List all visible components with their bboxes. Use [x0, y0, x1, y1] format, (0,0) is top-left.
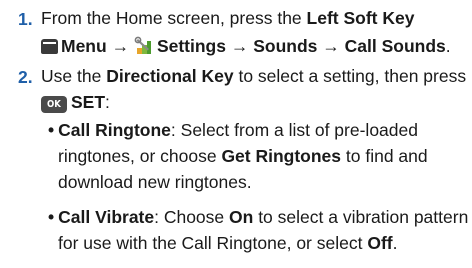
set-label: SET [71, 92, 106, 112]
step-2-line-1: Use the Directional Key to select a sett… [41, 65, 466, 87]
instructions-page: 1. From the Home screen, press the Left … [0, 0, 472, 268]
arrow: → [225, 36, 254, 56]
sounds-label: Sounds [253, 36, 318, 56]
get-ringtones-label: Get Ringtones [221, 146, 342, 166]
bullet-dot: • [48, 120, 55, 140]
settings-label: Settings [156, 36, 226, 56]
left-soft-key-label: Left Soft Key [306, 8, 415, 28]
step-number: 2. [18, 67, 33, 87]
step-2-line-2: OK SET: [41, 91, 110, 113]
bullet-text: to select a vibration pattern [253, 207, 469, 227]
bullet-text: ringtones, or choose [58, 146, 222, 166]
bullet-line: • Call Vibrate: Choose On to select a vib… [48, 206, 468, 228]
bullet-text: for use with the Call Ringtone, or selec… [58, 233, 368, 253]
bullet-text: . [392, 233, 398, 253]
step-text: Use the [41, 66, 107, 86]
bullet-dot: • [48, 207, 55, 227]
bullet-line: download new ringtones. [58, 171, 252, 193]
bullet-text: : Choose [154, 207, 230, 227]
step-text: From the Home screen, press the [41, 8, 307, 28]
step-text: to select a setting, then press [233, 66, 467, 86]
colon: : [105, 92, 110, 112]
on-label: On [229, 207, 254, 227]
period: . [445, 36, 451, 56]
bullet-line: ringtones, or choose Get Ringtones to fi… [58, 145, 428, 167]
settings-wrench-icon [134, 36, 151, 54]
arrow: → [317, 36, 345, 56]
bullet-line: for use with the Call Ringtone, or selec… [58, 232, 397, 254]
ok-key-icon: OK [41, 96, 67, 113]
arrow: → [106, 36, 134, 56]
bullet-line: • Call Ringtone: Select from a list of pr… [48, 119, 418, 141]
off-label: Off [367, 233, 393, 253]
directional-key-label: Directional Key [106, 66, 234, 86]
step-1-line-1: From the Home screen, press the Left Sof… [41, 7, 414, 29]
menu-soft-key-icon [41, 39, 58, 54]
step-1-line-2: Menu → Settings → Sounds → Call Sounds. [41, 35, 451, 57]
bullet-text: : Select from a list of pre-loaded [170, 120, 418, 140]
bullet-title: Call Ringtone [58, 120, 171, 140]
menu-label: Menu [61, 36, 107, 56]
step-number: 1. [18, 9, 33, 29]
bullet-text: download new ringtones. [58, 172, 252, 192]
bullet-title: Call Vibrate [58, 207, 155, 227]
bullet-text: to find and [341, 146, 428, 166]
call-sounds-label: Call Sounds [344, 36, 446, 56]
